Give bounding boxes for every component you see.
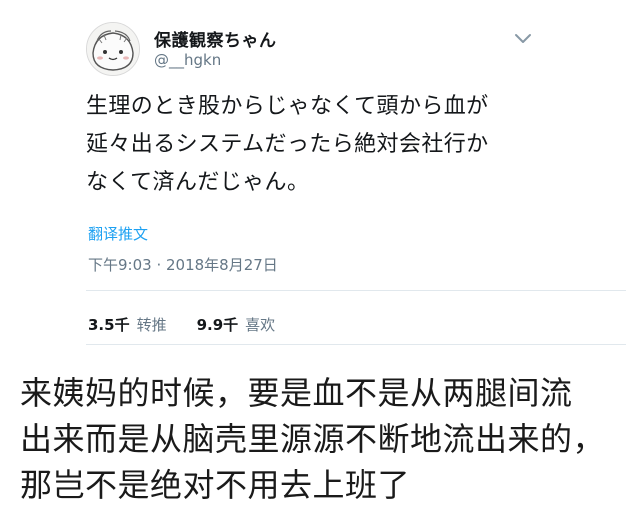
divider [86, 290, 626, 291]
display-name[interactable]: 保護観察ちゃん [154, 26, 277, 51]
retweet-label: 转推 [136, 316, 167, 334]
retweet-stat[interactable]: 3.5千 转推 [88, 314, 167, 335]
chevron-down-icon [515, 34, 531, 43]
tweet-menu-button[interactable] [514, 30, 532, 43]
caption-text: 来姨妈的时候，要是血不是从两腿间流 出来而是从脑壳里源源不断地流出来的， 那岂不… [20, 374, 606, 504]
tweet-text: 生理のとき股からじゃなくて頭から血が 延々出るシステムだったら絶対会社行か なく… [86, 94, 489, 195]
user-handle[interactable]: @__hgkn [154, 51, 221, 69]
like-count: 9.9千 [196, 316, 239, 334]
translate-tweet-link[interactable]: 翻译推文 [88, 223, 148, 244]
divider [86, 344, 626, 345]
like-stat[interactable]: 9.9千 喜欢 [197, 314, 276, 335]
retweet-count: 3.5千 [88, 316, 130, 334]
doodle-face-avatar-icon [87, 23, 139, 75]
tweet-card: 保護観察ちゃん @__hgkn 生理のとき股からじゃなくて頭から血が 延々出るシ… [0, 0, 640, 350]
tweet-stats: 3.5千 转推 9.9千 喜欢 [88, 314, 275, 335]
avatar[interactable] [86, 22, 140, 76]
like-label: 喜欢 [245, 316, 276, 334]
tweet-timestamp[interactable]: 下午9:03 · 2018年8月27日 [88, 254, 278, 275]
